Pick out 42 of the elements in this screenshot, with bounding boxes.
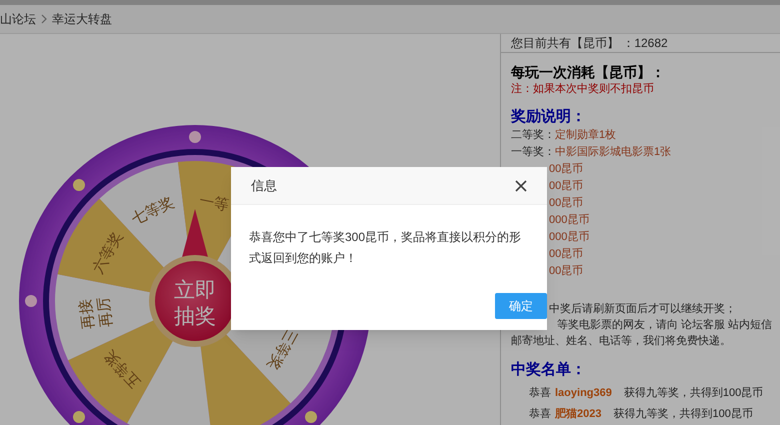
breadcrumb-link[interactable]: 幸运大转盘 [52,10,112,28]
prize-label: 五等奖 [100,346,144,392]
confirm-button[interactable]: 确定 [495,293,547,319]
balance-text: 您目前共有【昆币】 ：12682 [501,34,780,53]
tip-text: 中奖后请刷新页面后才可以继续开奖； [549,302,736,317]
reward-value: 00昆币 [549,196,584,211]
prize-label: 再接再厉 [77,296,116,330]
reward-label: 二等奖： [511,128,555,143]
winner-name[interactable]: laoying369 [555,384,612,402]
prize-label: 七等奖 [128,194,177,228]
winners-title: 中奖名单： [511,360,587,380]
reward-value: 中影国际影城电影票1张 [555,145,672,160]
reward-value: 00昆币 [549,247,584,262]
rim-light [25,295,37,307]
tip-text: 等奖电影票的网友，请向 论坛客服 站内短信 [557,318,772,333]
note-text: 注：如果本次中奖则不扣昆币 [511,82,655,97]
reward-value: 00昆币 [549,179,584,194]
close-icon[interactable] [515,180,527,192]
rim-light [73,411,85,423]
reward-label: 一等奖： [511,145,555,160]
prize-label: 一等 [198,192,230,214]
dialog-title: 信息 [251,176,277,195]
reward-value: 000昆币 [549,213,590,228]
rim-light [305,411,317,423]
reward-value: 000昆币 [549,230,590,245]
chevron-icon [40,14,48,24]
reward-value: 00昆币 [549,264,584,279]
rim-light [73,179,85,191]
rim-light [189,131,201,143]
dialog-message: 恭喜您中了七等奖300昆币，奖品将直接以积分的形式返回到您的账户！ [248,229,522,267]
winner-text: 获得九等奖，共得到100昆币 [613,407,753,422]
winner-prefix: 恭喜 [529,386,551,401]
winner-text: 获得九等奖，共得到100昆币 [624,386,764,401]
prize-label: 六等奖 [90,228,126,277]
cost-title: 每玩一次消耗【昆币】： [511,63,666,81]
tip-text: 邮寄地址、姓名、电话等，我们将免费快递。 [511,334,731,349]
winner-prefix: 恭喜 [529,407,551,422]
breadcrumb-link[interactable]: 山论坛 [0,10,36,28]
reward-value: 00昆币 [549,162,584,177]
reward-value: 定制勋章1枚 [555,128,616,143]
winner-name[interactable]: 肥猫2023 [555,405,602,423]
rewards-title: 奖励说明： [511,107,587,127]
